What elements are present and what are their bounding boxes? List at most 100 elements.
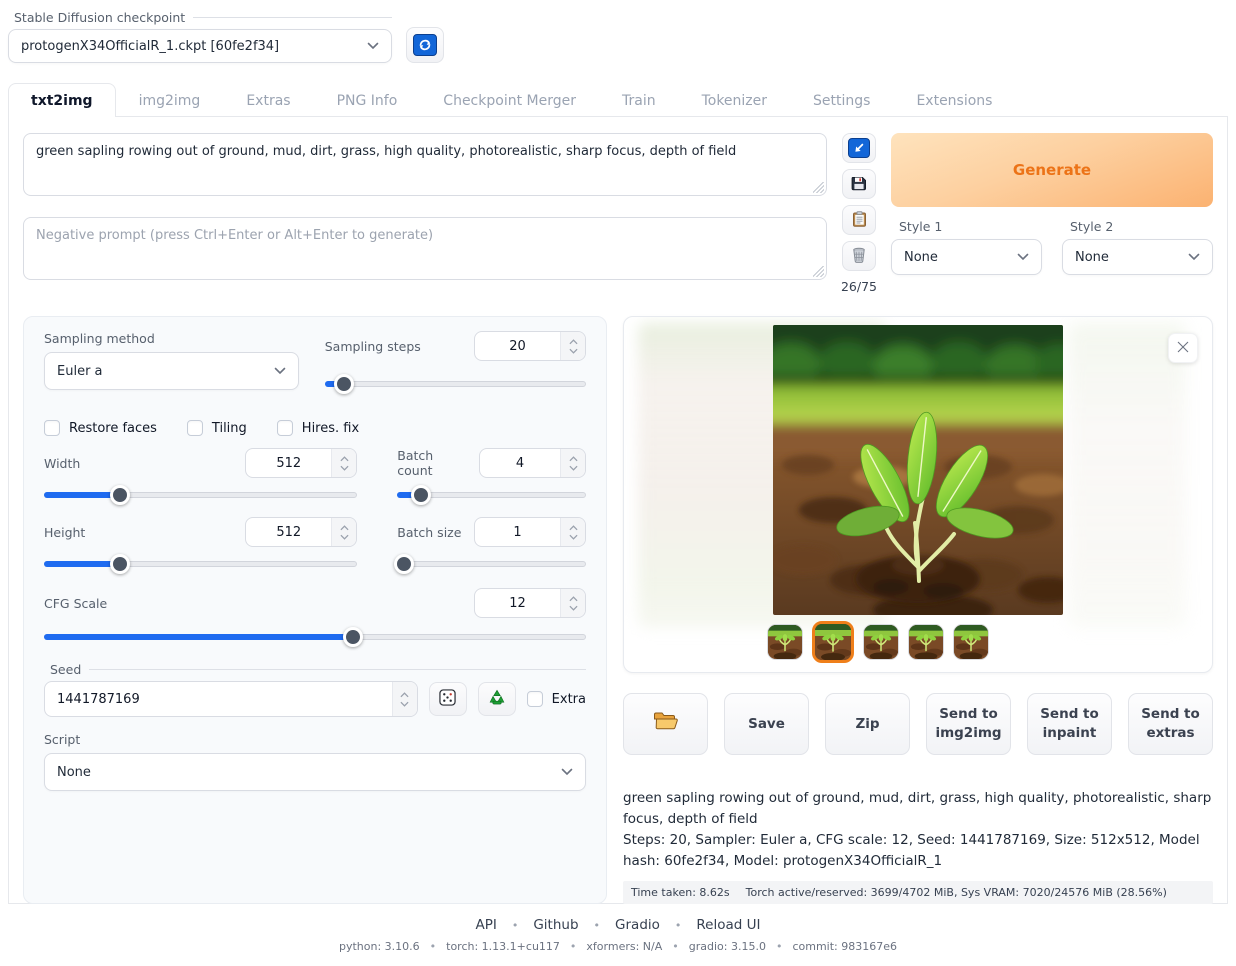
checkbox[interactable]: Tiling <box>187 420 247 436</box>
version-item: commit: 983167e6 <box>792 940 897 953</box>
negative-prompt-input[interactable] <box>23 217 827 280</box>
checkpoint-row: Stable Diffusion checkpoint protogenX34O… <box>8 10 1228 63</box>
checkpoint-dropdown[interactable]: protogenX34OfficialR_1.ckpt [60fe2f34] <box>8 29 392 63</box>
width-slider[interactable] <box>44 485 357 504</box>
slider-handle[interactable] <box>394 554 414 574</box>
send-to-inpaint-button[interactable]: Send to inpaint <box>1027 693 1112 755</box>
slider-handle[interactable] <box>110 554 130 574</box>
slider-handle[interactable] <box>411 485 431 505</box>
tab[interactable]: Tokenizer <box>679 83 790 117</box>
cfg-scale-input[interactable]: 12 <box>474 588 586 618</box>
width-label: Width <box>44 456 80 471</box>
stepper[interactable] <box>560 449 585 477</box>
cfg-scale-slider[interactable] <box>44 627 586 646</box>
stepper[interactable] <box>560 589 585 617</box>
style2-dropdown[interactable]: None <box>1062 239 1213 275</box>
footer-link-reload-ui[interactable]: Reload UI <box>696 917 760 933</box>
checkpoint-label-text: Stable Diffusion checkpoint <box>14 10 185 25</box>
batch-count-input[interactable]: 4 <box>479 448 586 478</box>
batch-count-slider[interactable] <box>397 485 586 504</box>
gallery-thumbnail[interactable] <box>767 624 803 660</box>
checkbox-box[interactable] <box>277 420 293 436</box>
style-row: Style 1 None Style 2 None <box>891 213 1213 275</box>
send-to-img2img-button[interactable]: Send to img2img <box>926 693 1011 755</box>
style1-dropdown[interactable]: None <box>891 239 1042 275</box>
height-label: Height <box>44 525 85 540</box>
prompt-input[interactable]: green sapling rowing out of ground, mud,… <box>23 133 827 196</box>
chevron-down-icon <box>1188 250 1200 265</box>
seed-input[interactable]: 1441787169 <box>44 681 418 717</box>
extra-seed-checkbox[interactable]: Extra <box>527 691 586 707</box>
open-folder-button[interactable] <box>623 693 708 755</box>
sampling-steps-slider[interactable] <box>325 374 586 393</box>
tab[interactable]: Train <box>599 83 679 117</box>
close-image-button[interactable] <box>1168 333 1198 363</box>
generated-image[interactable] <box>773 325 1063 615</box>
checkbox-box[interactable] <box>44 420 60 436</box>
tab[interactable]: Extensions <box>893 83 1015 117</box>
gallery-thumbnail[interactable] <box>908 624 944 660</box>
vram-info: Torch active/reserved: 3699/4702 MiB, Sy… <box>746 884 1167 901</box>
generation-info: green sapling rowing out of ground, mud,… <box>623 788 1213 904</box>
footer-link-gradio[interactable]: Gradio <box>615 917 660 933</box>
height-slider[interactable] <box>44 554 357 573</box>
script-label: Script <box>44 732 586 747</box>
sampling-method-value: Euler a <box>57 364 103 379</box>
slider-track <box>44 634 586 640</box>
clear-prompt-button[interactable] <box>842 241 876 271</box>
script-dropdown[interactable]: None <box>44 753 586 791</box>
checkbox-box[interactable] <box>527 691 543 707</box>
tab[interactable]: txt2img <box>8 83 116 117</box>
tab-label: Extras <box>246 93 290 109</box>
zip-button[interactable]: Zip <box>825 693 910 755</box>
tab[interactable]: Settings <box>790 83 893 117</box>
checkbox[interactable]: Restore faces <box>44 420 157 436</box>
slider-handle[interactable] <box>334 374 354 394</box>
stepper[interactable] <box>560 518 585 546</box>
save-button[interactable]: Save <box>724 693 809 755</box>
stepper[interactable] <box>331 449 356 477</box>
tab[interactable]: Extras <box>223 83 313 117</box>
gallery-thumbnail[interactable] <box>812 621 854 663</box>
checkbox[interactable]: Hires. fix <box>277 420 359 436</box>
tab[interactable]: PNG Info <box>314 83 421 117</box>
footer-links: API•Github•Gradio•Reload UI <box>0 917 1236 933</box>
tab[interactable]: Checkpoint Merger <box>420 83 599 117</box>
dice-icon <box>439 689 456 709</box>
batch-count-label: Batch count <box>397 448 469 478</box>
batch-size-input[interactable]: 1 <box>474 517 586 547</box>
version-item: gradio: 3.15.0 <box>689 940 766 953</box>
cfg-scale-group: CFG Scale 12 <box>44 588 586 646</box>
reuse-seed-button[interactable] <box>478 682 516 716</box>
batch-size-slider[interactable] <box>397 554 586 573</box>
footer-link-api[interactable]: API <box>475 917 496 933</box>
slider-handle[interactable] <box>343 627 363 647</box>
resize-grip[interactable] <box>813 266 824 277</box>
refresh-checkpoint-button[interactable] <box>406 27 444 63</box>
send-to-extras-button[interactable]: Send to extras <box>1128 693 1213 755</box>
resize-grip[interactable] <box>813 182 824 193</box>
slider-handle[interactable] <box>110 485 130 505</box>
tab[interactable]: img2img <box>116 83 224 117</box>
width-input[interactable]: 512 <box>245 448 357 478</box>
tab-label: Train <box>622 93 656 109</box>
apply-style-button[interactable] <box>842 205 876 235</box>
version-item: torch: 1.13.1+cu117 <box>446 940 560 953</box>
height-input[interactable]: 512 <box>245 517 357 547</box>
sampling-method-dropdown[interactable]: Euler a <box>44 352 299 390</box>
version-item: xformers: N/A <box>586 940 662 953</box>
prompt-wrap: green sapling rowing out of ground, mud,… <box>23 133 827 196</box>
gallery-thumbnail[interactable] <box>953 624 989 660</box>
sampling-steps-input[interactable]: 20 <box>474 331 586 361</box>
save-style-button[interactable] <box>842 169 876 199</box>
checkbox-box[interactable] <box>187 420 203 436</box>
stepper[interactable] <box>560 332 585 360</box>
gallery-thumbnail[interactable] <box>863 624 899 660</box>
generate-button[interactable]: Generate <box>891 133 1213 207</box>
read-params-button[interactable] <box>842 133 876 163</box>
random-seed-button[interactable] <box>429 682 467 716</box>
stepper[interactable] <box>331 518 356 546</box>
footer-link-github[interactable]: Github <box>533 917 578 933</box>
height-value: 512 <box>246 518 331 546</box>
stepper[interactable] <box>392 682 417 716</box>
